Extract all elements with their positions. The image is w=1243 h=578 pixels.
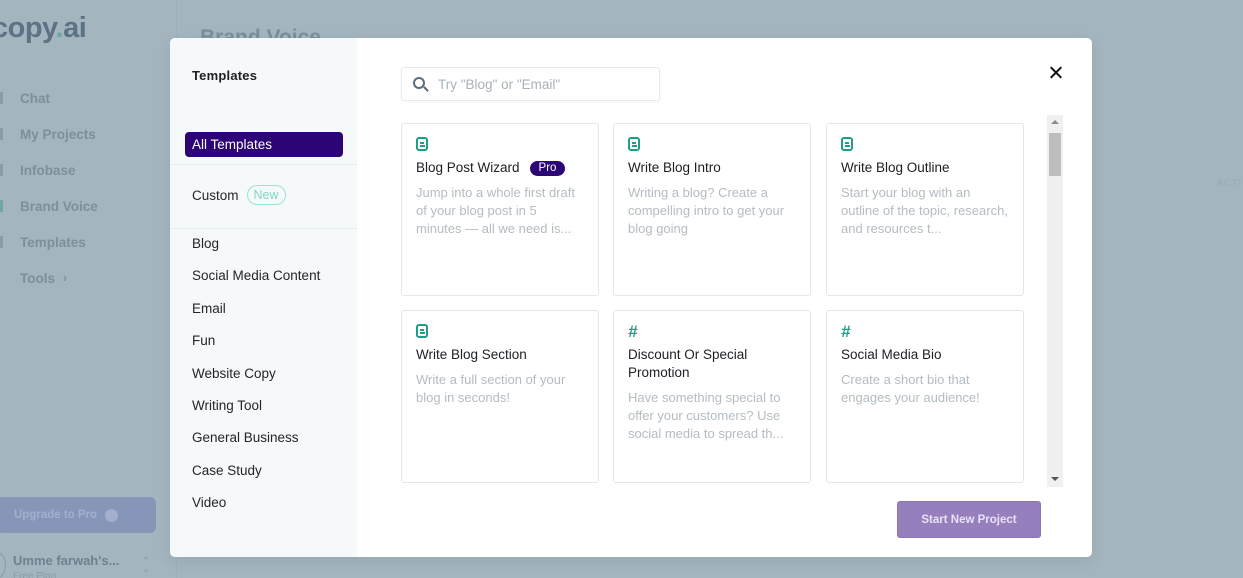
category-custom[interactable]: Custom New [192,185,286,205]
nav-item-tools[interactable]: Tools › [0,260,98,296]
template-card-write-blog-section[interactable]: Write Blog Section Write a full section … [401,310,599,483]
app-nav: Chat My Projects Infobase Brand Voice Te… [0,80,98,296]
pro-badge: Pro [529,160,566,176]
hashtag-icon: # [628,322,638,341]
new-badge: New [246,185,286,205]
scrollbar-thumb[interactable] [1049,133,1061,176]
nav-marker-icon [0,128,3,140]
document-icon [628,137,640,151]
category-website-copy[interactable]: Website Copy [192,364,320,396]
category-writing-tool[interactable]: Writing Tool [192,396,320,428]
app-logo: copy.ai [0,12,87,44]
divider [170,228,357,229]
nav-item-infobase[interactable]: Infobase [0,152,98,188]
scroll-down-arrow-icon[interactable] [1051,477,1059,481]
nav-item-chat[interactable]: Chat [0,80,98,116]
background-label: ACTI [1217,178,1242,189]
grid-scrollbar[interactable] [1047,115,1063,487]
document-icon [416,324,428,338]
app-sidebar: copy.ai Chat My Projects Infobase Brand … [0,0,177,578]
card-description: Writing a blog? Create a compelling intr… [628,185,785,236]
start-new-project-button[interactable]: Start New Project [897,501,1041,538]
category-video[interactable]: Video [192,493,320,525]
category-case-study[interactable]: Case Study [192,461,320,493]
divider [170,164,357,165]
check-badge-icon [105,508,119,522]
template-card-discount-or-special-promotion[interactable]: # Discount Or Special Promotion Have som… [613,310,811,483]
scroll-up-arrow-icon[interactable] [1051,120,1059,124]
template-card-write-blog-outline[interactable]: Write Blog Outline Start your blog with … [826,123,1024,296]
templates-modal: Templates All Templates Custom New Blog … [170,38,1092,557]
close-icon[interactable] [1048,65,1064,81]
category-social-media-content[interactable]: Social Media Content [192,266,320,298]
upgrade-to-pro-button[interactable]: Upgrade to Pro [0,497,156,533]
nav-marker-icon [0,200,3,212]
user-name[interactable]: Umme farwah's... [13,553,119,568]
template-card-social-media-bio[interactable]: # Social Media Bio Create a short bio th… [826,310,1024,483]
sidebar-title: Templates [192,68,258,83]
user-plan: Free Plan [13,571,57,578]
template-card-write-blog-intro[interactable]: Write Blog Intro Writing a blog? Create … [613,123,811,296]
document-icon [416,137,428,151]
document-icon [841,137,853,151]
user-avatar [0,552,6,578]
template-grid: Blog Post Wizard Pro Jump into a whole fi… [401,123,1025,483]
search-icon [412,76,429,93]
chevron-right-icon: › [63,271,67,285]
nav-marker-icon [0,164,3,176]
nav-item-my-projects[interactable]: My Projects [0,116,98,152]
nav-item-brand-voice[interactable]: Brand Voice [0,188,98,224]
category-general-business[interactable]: General Business [192,428,320,460]
chevron-up-down-icon[interactable]: ⌃ ⌄ [142,557,150,575]
nav-marker-icon [0,92,3,104]
card-description: Jump into a whole first draft of your bl… [416,185,575,236]
category-list: Blog Social Media Content Email Fun Webs… [192,234,320,526]
card-description: Write a full section of your blog in sec… [416,372,566,405]
category-email[interactable]: Email [192,299,320,331]
card-description: Create a short bio that engages your aud… [841,372,980,405]
nav-item-templates[interactable]: Templates [0,224,98,260]
modal-sidebar: Templates All Templates Custom New Blog … [170,38,357,557]
card-description: Have something special to offer your cus… [628,390,784,441]
template-search[interactable] [401,67,660,101]
search-input[interactable] [438,76,638,92]
template-card-blog-post-wizard[interactable]: Blog Post Wizard Pro Jump into a whole fi… [401,123,599,296]
category-all-templates[interactable]: All Templates [185,132,343,157]
card-description: Start your blog with an outline of the t… [841,185,1008,236]
hashtag-icon: # [841,322,851,341]
category-fun[interactable]: Fun [192,331,320,363]
category-blog[interactable]: Blog [192,234,320,266]
nav-marker-icon [0,236,3,248]
